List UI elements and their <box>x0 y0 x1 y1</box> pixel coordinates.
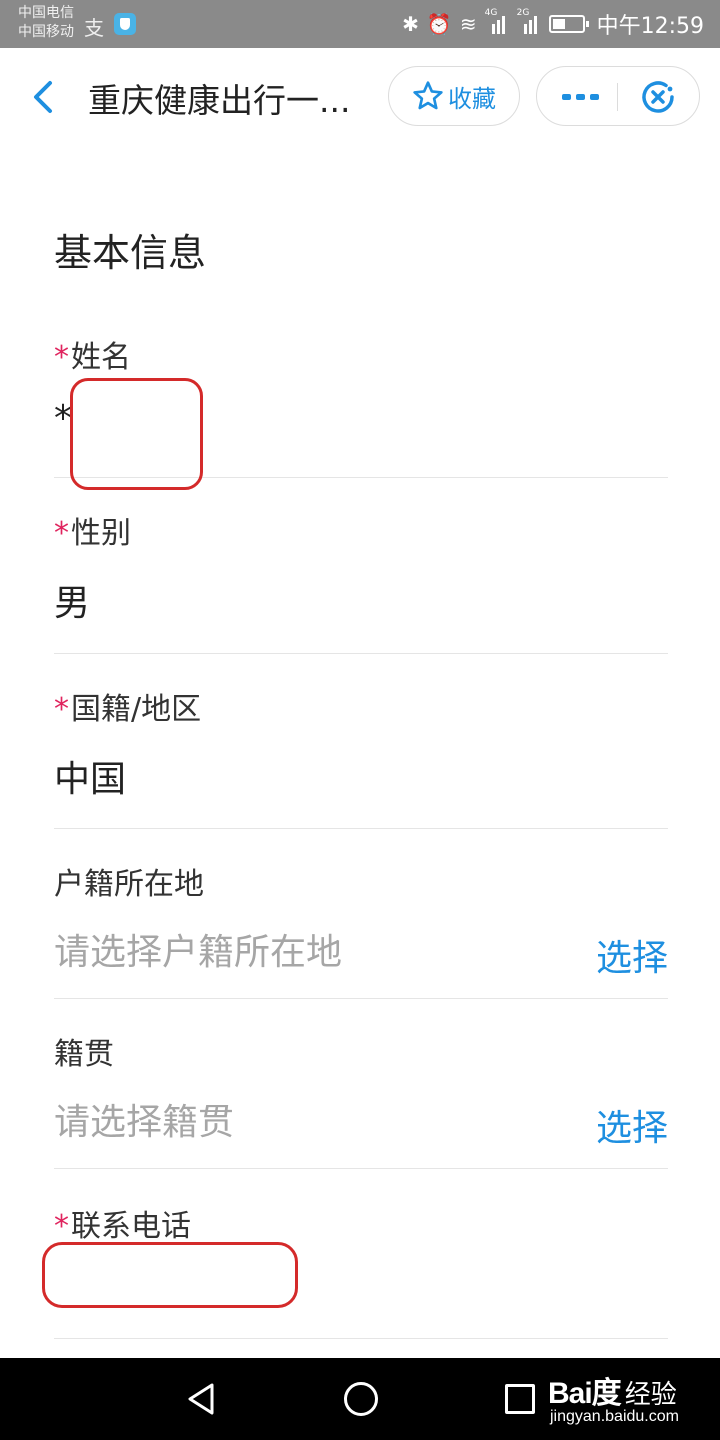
title-bar: 重庆健康出行一... 收藏 <box>0 48 720 144</box>
watermark-label: 经验 <box>624 1380 677 1410</box>
nav-home-icon[interactable] <box>344 1382 378 1416</box>
household-registration-field: 户籍所在地 请选择户籍所在地 选择 <box>54 829 668 999</box>
favorite-button[interactable]: 收藏 <box>388 66 520 126</box>
star-icon <box>413 81 443 110</box>
alipay-icon: 支 <box>84 16 104 40</box>
status-bar: 中国电信 中国移动 支 ✱ ⏰ ≋ 4G 2G 中午12:59 <box>0 0 720 48</box>
household-registration-select-button[interactable]: 选择 <box>596 929 668 981</box>
baidu-jingyan-watermark: Bai度 经验 jingyan.baidu.com <box>548 1368 679 1425</box>
watermark-url: jingyan.baidu.com <box>550 1408 679 1425</box>
native-place-field: 籍贯 请选择籍贯 选择 <box>54 999 668 1169</box>
capsule-divider <box>617 83 618 111</box>
native-place-label: 籍贯 <box>54 1037 114 1072</box>
signal-icon: 4G <box>485 8 509 34</box>
close-miniapp-icon[interactable] <box>639 78 677 116</box>
nationality-value: 中国 <box>54 759 127 800</box>
status-time: 中午12:59 <box>596 14 704 39</box>
bluetooth-icon: ✱ <box>402 12 419 36</box>
signal-icon: 2G <box>517 8 541 34</box>
nav-back-icon[interactable] <box>186 1382 216 1416</box>
gender-label: *性别 <box>54 516 131 551</box>
page-title: 重庆健康出行一... <box>88 81 351 120</box>
miniapp-capsule <box>536 66 700 126</box>
alarm-icon: ⏰ <box>426 12 452 36</box>
native-place-placeholder[interactable]: 请选择籍贯 <box>54 1093 234 1145</box>
gender-value: 男 <box>54 583 91 624</box>
nav-recent-apps-icon[interactable] <box>505 1384 535 1414</box>
gender-field[interactable]: *性别 男 <box>54 478 668 654</box>
phone-label: *联系电话 <box>54 1209 191 1244</box>
favorite-label: 收藏 <box>448 84 496 113</box>
more-icon[interactable] <box>561 93 601 101</box>
watermark-logo: Bai度 <box>548 1377 622 1410</box>
status-right: ✱ ⏰ ≋ 4G 2G 中午12:59 <box>402 8 704 40</box>
carrier-info: 中国电信 中国移动 <box>18 4 74 42</box>
required-mark: * <box>54 516 69 551</box>
nationality-field[interactable]: *国籍/地区 中国 <box>54 654 668 829</box>
household-registration-label: 户籍所在地 <box>54 867 204 902</box>
system-nav-bar: Bai度 经验 jingyan.baidu.com <box>0 1358 720 1440</box>
back-arrow-icon[interactable] <box>30 80 58 114</box>
household-registration-placeholder[interactable]: 请选择户籍所在地 <box>54 923 342 975</box>
name-label: *姓名 <box>54 340 131 375</box>
native-place-select-button[interactable]: 选择 <box>596 1099 668 1151</box>
nationality-label: *国籍/地区 <box>54 692 202 727</box>
section-title-basic-info: 基本信息 <box>54 231 207 275</box>
phone-highlight-box <box>42 1242 298 1308</box>
name-highlight-box <box>70 378 203 490</box>
wifi-icon: ≋ <box>459 12 477 36</box>
required-mark: * <box>54 692 69 727</box>
carrier-2: 中国移动 <box>18 24 74 40</box>
battery-icon <box>548 15 589 33</box>
shield-icon <box>114 13 136 35</box>
required-mark: * <box>54 1209 69 1244</box>
required-mark: * <box>54 340 69 375</box>
carrier-1: 中国电信 <box>18 5 74 21</box>
